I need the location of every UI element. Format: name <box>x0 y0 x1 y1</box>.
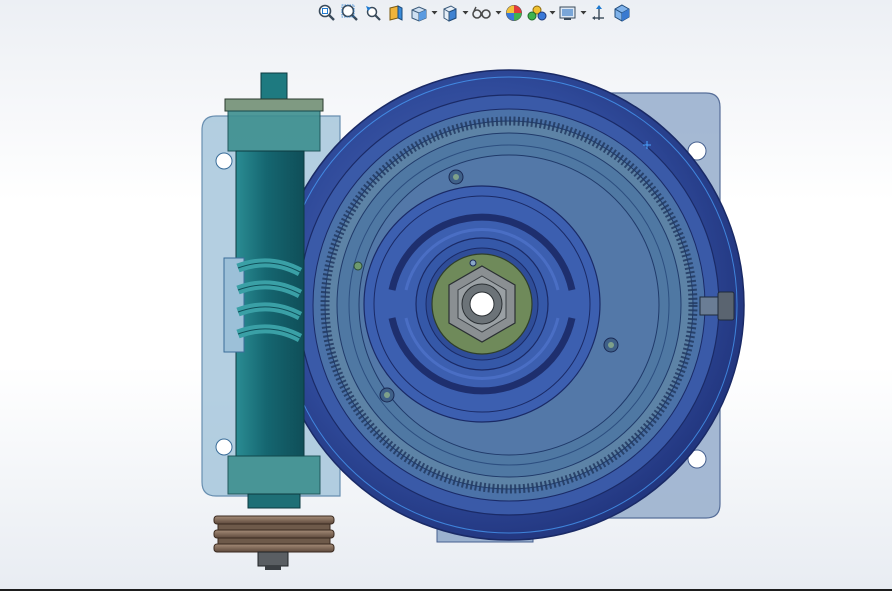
section-view-icon <box>389 5 403 21</box>
edit-appearance-button[interactable] <box>503 2 525 24</box>
v-belt-pulley[interactable] <box>213 515 335 570</box>
view-settings-button[interactable] <box>557 2 579 24</box>
display-style-dropdown[interactable] <box>462 2 469 24</box>
chevron-down-icon <box>549 11 556 15</box>
zoom-to-area-icon <box>341 4 358 21</box>
apply-scene-button[interactable] <box>526 2 548 24</box>
rotate-view-icon <box>592 5 604 20</box>
apply-scene-icon <box>527 5 547 21</box>
previous-view-button[interactable] <box>362 2 384 24</box>
hide-show-items-button[interactable] <box>470 2 494 24</box>
zoom-to-area-button[interactable] <box>339 2 361 24</box>
hide-show-items-icon <box>472 6 491 19</box>
3d-view-button[interactable] <box>611 2 633 24</box>
output-hub[interactable] <box>431 253 533 355</box>
chevron-down-icon <box>431 11 438 15</box>
gearbox-model[interactable] <box>0 0 892 591</box>
view-orientation-dropdown[interactable] <box>431 2 438 24</box>
shaft-bore <box>469 291 495 317</box>
mounting-hole <box>215 152 233 170</box>
mounting-hole <box>215 438 233 456</box>
view-settings-dropdown[interactable] <box>580 2 587 24</box>
chevron-down-icon <box>495 11 502 15</box>
zoom-to-fit-button[interactable] <box>316 2 338 24</box>
view-settings-icon <box>559 6 576 20</box>
chevron-down-icon <box>580 11 587 15</box>
view-orientation-button[interactable] <box>408 2 430 24</box>
edit-appearance-icon <box>506 5 522 21</box>
3d-view-icon <box>614 4 630 22</box>
rotate-view-button[interactable] <box>588 2 610 24</box>
previous-view-icon <box>366 6 381 21</box>
hide-show-items-dropdown[interactable] <box>495 2 502 24</box>
display-style-button[interactable] <box>439 2 461 24</box>
graphics-viewport[interactable] <box>0 0 892 591</box>
view-orientation-icon <box>411 6 427 22</box>
display-style-icon <box>443 5 457 22</box>
apply-scene-dropdown[interactable] <box>549 2 556 24</box>
chevron-down-icon <box>462 11 469 15</box>
zoom-to-fit-icon <box>318 4 335 21</box>
heads-up-view-toolbar <box>316 2 633 24</box>
section-view-button[interactable] <box>385 2 407 24</box>
